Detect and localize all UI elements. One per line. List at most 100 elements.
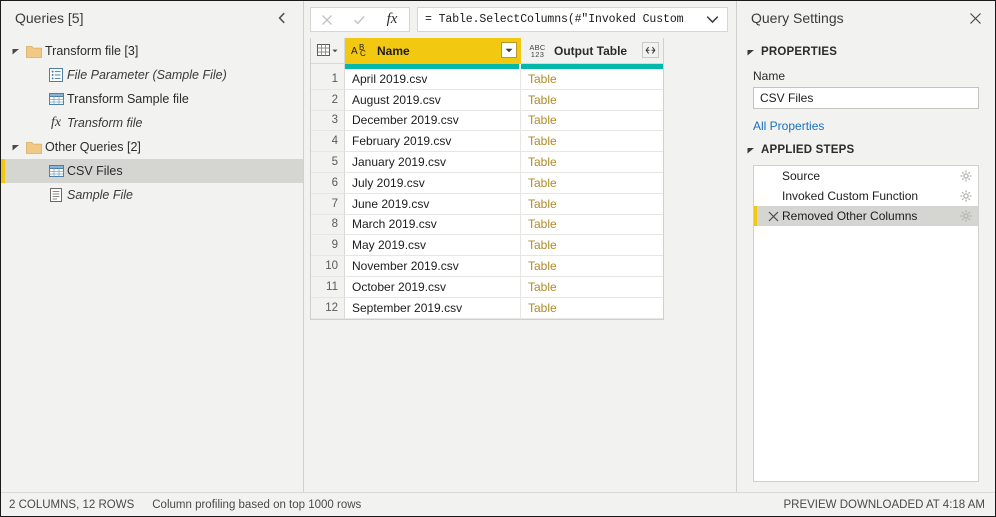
table-row[interactable]: 11 October 2019.csv Table <box>311 276 663 298</box>
query-tree-item-csv-files[interactable]: CSV Files <box>1 159 303 183</box>
expander-expanded-icon <box>12 145 19 151</box>
query-tree-item-transform-file[interactable]: fx Transform file <box>1 111 303 135</box>
cell-name[interactable]: December 2019.csv <box>345 110 521 132</box>
query-tree-item-file-parameter-sample-file[interactable]: File Parameter (Sample File) <box>1 63 303 87</box>
gear-icon <box>960 190 972 202</box>
row-number: 11 <box>311 276 345 298</box>
cell-output-table-link[interactable]: Table <box>521 131 663 153</box>
cancel-formula-button[interactable] <box>311 8 343 31</box>
table-row[interactable]: 12 September 2019.csv Table <box>311 297 663 319</box>
table-row[interactable]: 10 November 2019.csv Table <box>311 256 663 277</box>
row-number: 7 <box>311 193 345 215</box>
insert-step-fx-button[interactable]: fx <box>375 8 409 31</box>
column-header-label: Output Table <box>554 43 628 58</box>
cell-output-table-link[interactable]: Table <box>521 69 663 90</box>
cell-name[interactable]: April 2019.csv <box>345 69 521 90</box>
name-field-label: Name <box>753 69 786 83</box>
cell-output-table-link[interactable]: Table <box>521 277 663 298</box>
cell-name[interactable]: September 2019.csv <box>345 297 521 319</box>
applied-step-invoked-custom-function[interactable]: Invoked Custom Function <box>754 186 978 206</box>
cell-output-table-link[interactable]: Table <box>521 194 663 215</box>
expander-toggle[interactable] <box>9 142 23 152</box>
close-query-settings-button[interactable] <box>963 6 987 30</box>
query-tree-item-transform-file-3[interactable]: Transform file [3] <box>1 39 303 63</box>
all-properties-link[interactable]: All Properties <box>753 119 824 133</box>
delete-step-button[interactable] <box>766 211 780 222</box>
parameter-icon <box>49 68 63 82</box>
cell-name[interactable]: November 2019.csv <box>345 256 521 277</box>
table-row[interactable]: 6 July 2019.csv Table <box>311 172 663 194</box>
formula-input-wrapper[interactable]: = Table.SelectColumns(#"Invoked Custom <box>417 7 728 32</box>
data-grid: ABC Name ABC 123 Output Table 1 April 20… <box>310 38 664 320</box>
query-name-input[interactable] <box>753 87 979 109</box>
query-tree-item-transform-sample-file[interactable]: Transform Sample file <box>1 87 303 111</box>
accept-formula-button[interactable] <box>343 8 375 31</box>
table-icon <box>48 93 64 105</box>
query-tree-item-sample-file[interactable]: Sample File <box>1 183 303 207</box>
status-profiling[interactable]: Column profiling based on top 1000 rows <box>152 499 361 511</box>
select-all-columns-button[interactable] <box>311 38 345 64</box>
table-row[interactable]: 8 March 2019.csv Table <box>311 214 663 236</box>
expander-expanded-icon <box>747 148 754 154</box>
step-settings-gear-button[interactable] <box>958 210 974 222</box>
table-row[interactable]: 2 August 2019.csv Table <box>311 89 663 111</box>
cell-output-table-link[interactable]: Table <box>521 235 663 257</box>
document-icon <box>50 188 62 202</box>
step-settings-gear-button[interactable] <box>958 170 974 182</box>
cell-output-table-link[interactable]: Table <box>521 214 663 236</box>
properties-body: Name All Properties <box>737 63 995 133</box>
status-bar-left: 2 COLUMNS, 12 ROWS Column profiling base… <box>9 499 361 511</box>
cell-output-table-link[interactable]: Table <box>521 172 663 194</box>
table-row[interactable]: 9 May 2019.csv Table <box>311 235 663 257</box>
cell-name[interactable]: May 2019.csv <box>345 235 521 257</box>
status-dimensions: 2 COLUMNS, 12 ROWS <box>9 498 135 511</box>
cell-output-table-link[interactable]: Table <box>521 256 663 277</box>
applied-step-source[interactable]: Source <box>754 166 978 186</box>
table-row[interactable]: 1 April 2019.csv Table <box>311 69 663 90</box>
expand-column-button-output-table[interactable] <box>642 42 659 58</box>
cell-output-table-link[interactable]: Table <box>521 89 663 111</box>
folder-icon-wrapper <box>23 140 45 155</box>
query-tree-item-label: Transform Sample file <box>67 92 189 106</box>
cell-output-table-link[interactable]: Table <box>521 297 663 319</box>
cell-name[interactable]: June 2019.csv <box>345 193 521 215</box>
expander-toggle[interactable] <box>9 46 23 56</box>
grid-rows: 1 April 2019.csv Table 2 August 2019.csv Tabl… <box>311 69 663 319</box>
table-row[interactable]: 5 January 2019.csv Table <box>311 152 663 173</box>
abc-text-type-icon: ABC <box>351 43 366 58</box>
function-fx-icon: fx <box>50 115 62 130</box>
collapse-queries-pane-button[interactable] <box>271 7 293 29</box>
formula-input[interactable]: = Table.SelectColumns(#"Invoked Custom <box>425 13 701 26</box>
table-row[interactable]: 7 June 2019.csv Table <box>311 193 663 215</box>
status-bar: 2 COLUMNS, 12 ROWS Column profiling base… <box>1 492 995 516</box>
applied-steps-section-header[interactable]: APPLIED STEPS <box>737 139 995 161</box>
expander-expanded-icon <box>12 49 19 55</box>
cell-name[interactable]: October 2019.csv <box>345 276 521 298</box>
query-settings-header: Query Settings <box>737 1 995 35</box>
cell-name[interactable]: February 2019.csv <box>345 131 521 153</box>
cell-output-table-link[interactable]: Table <box>521 111 663 132</box>
step-settings-gear-button[interactable] <box>958 190 974 202</box>
column-header-output-table[interactable]: ABC 123 Output Table <box>521 38 663 64</box>
query-tree-item-other-queries-2[interactable]: Other Queries [2] <box>1 135 303 159</box>
table-row[interactable]: 3 December 2019.csv Table <box>311 110 663 132</box>
expand-formula-bar-button[interactable] <box>701 8 723 31</box>
properties-section-header[interactable]: PROPERTIES <box>737 41 995 63</box>
table-row[interactable]: 4 February 2019.csv Table <box>311 131 663 153</box>
folder-icon-wrapper <box>23 44 45 59</box>
table-icon <box>48 165 64 177</box>
cell-name[interactable]: January 2019.csv <box>345 152 521 173</box>
applied-steps-list: Source Invoked Custom Function Removed Oth… <box>753 165 979 482</box>
parameter-icon-wrapper <box>45 68 67 82</box>
column-filter-button-name[interactable] <box>501 42 517 58</box>
cell-output-table-link[interactable]: Table <box>521 152 663 173</box>
column-header-name[interactable]: ABC Name <box>345 38 521 64</box>
query-settings-pane: Query Settings PROPERTIES Name All Prope… <box>737 1 995 492</box>
chevron-down-icon <box>332 49 338 52</box>
delete-step-icon <box>768 211 778 221</box>
applied-step-removed-other-columns[interactable]: Removed Other Columns <box>754 206 978 226</box>
cell-name[interactable]: August 2019.csv <box>345 89 521 111</box>
cell-name[interactable]: July 2019.csv <box>345 172 521 194</box>
section-title: APPLIED STEPS <box>761 144 855 156</box>
cell-name[interactable]: March 2019.csv <box>345 214 521 236</box>
